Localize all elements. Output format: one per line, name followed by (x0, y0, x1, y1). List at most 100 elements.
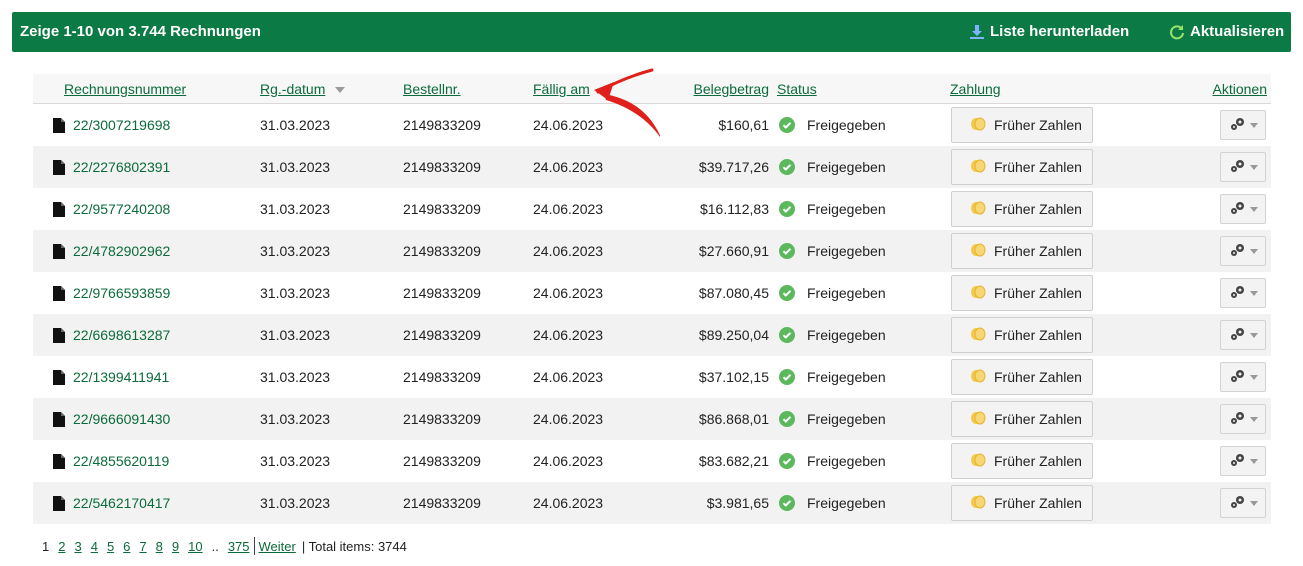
total-items: | Total items: 3744 (301, 538, 407, 554)
order-number: 2149833209 (403, 243, 481, 259)
due-date: 24.06.2023 (533, 327, 604, 343)
invoice-number-link[interactable]: 22/3007219698 (73, 104, 170, 146)
pay-early-button[interactable]: Früher Zahlen (951, 191, 1093, 227)
column-header-status[interactable]: Status (777, 74, 817, 104)
chevron-down-icon (1249, 332, 1258, 338)
column-header-payment[interactable]: Zahlung (950, 74, 1001, 104)
next-page-link[interactable]: Weiter (259, 539, 296, 554)
document-icon (53, 202, 65, 220)
column-header-invoice-date[interactable]: Rg.-datum (260, 74, 346, 104)
pay-early-button[interactable]: Früher Zahlen (951, 443, 1093, 479)
pay-early-label: Früher Zahlen (994, 411, 1082, 427)
invoice-number-link[interactable]: 22/4782902962 (73, 230, 170, 272)
invoice-date: 31.03.2023 (260, 159, 331, 175)
pay-early-button[interactable]: Früher Zahlen (951, 401, 1093, 437)
order-number: 2149833209 (403, 285, 481, 301)
pay-early-button[interactable]: Früher Zahlen (951, 359, 1093, 395)
check-circle-icon (779, 411, 795, 430)
invoice-number-link[interactable]: 22/5462170417 (73, 482, 170, 524)
page-ellipsis: .. (211, 538, 219, 554)
invoice-number-link[interactable]: 22/1399411941 (73, 356, 169, 398)
row-actions-button[interactable] (1220, 152, 1266, 182)
page-current: 1 (42, 538, 50, 554)
page-link[interactable]: 8 (156, 539, 163, 554)
status-text: Freigegeben (807, 117, 886, 133)
page-link[interactable]: 4 (91, 539, 98, 554)
invoice-date: 31.03.2023 (260, 117, 331, 133)
status-text: Freigegeben (807, 495, 886, 511)
column-header-amount[interactable]: Belegbetrag (673, 74, 769, 104)
refresh-button[interactable]: Aktualisieren (1169, 12, 1284, 52)
row-actions-button[interactable] (1220, 488, 1266, 518)
document-icon (53, 244, 65, 262)
invoice-number-link[interactable]: 22/6698613287 (73, 314, 170, 356)
pagination: 1 2 3 4 5 6 7 8 9 10 .. 375 Weiter | Total items… (42, 537, 407, 555)
chevron-down-icon (1249, 290, 1258, 296)
download-list-button[interactable]: Liste herunterladen (969, 12, 1129, 52)
invoice-amount: $39.717,26 (698, 159, 769, 175)
gear-icon (1229, 158, 1247, 177)
page-title: Zeige 1-10 von 3.744 Rechnungen (20, 23, 261, 40)
page-last[interactable]: 375 (228, 539, 250, 554)
row-actions-button[interactable] (1220, 110, 1266, 140)
invoice-amount: $16.112,83 (699, 201, 769, 217)
gear-icon (1229, 326, 1247, 345)
page-link[interactable]: 9 (172, 539, 179, 554)
page-link[interactable]: 7 (139, 539, 146, 554)
invoice-number-link[interactable]: 22/9766593859 (73, 272, 170, 314)
column-header-due-date[interactable]: Fällig am (533, 74, 590, 104)
header-bar: Zeige 1-10 von 3.744 Rechnungen Liste he… (12, 12, 1291, 52)
pay-early-button[interactable]: Früher Zahlen (951, 275, 1093, 311)
status-text: Freigegeben (807, 327, 886, 343)
pay-early-button[interactable]: Früher Zahlen (951, 317, 1093, 353)
invoice-date: 31.03.2023 (260, 201, 331, 217)
check-circle-icon (779, 369, 795, 388)
invoice-amount: $27.660,91 (698, 243, 769, 259)
invoice-number-link[interactable]: 22/4855620119 (73, 440, 169, 482)
gear-icon (1229, 284, 1247, 303)
invoice-amount: $86.868,01 (698, 411, 769, 427)
page-link[interactable]: 6 (123, 539, 130, 554)
page-link[interactable]: 3 (74, 539, 81, 554)
table-body: 22/3007219698 31.03.2023 2149833209 24.0… (33, 104, 1271, 524)
coins-icon (970, 200, 986, 219)
column-header-order-number[interactable]: Bestellnr. (403, 74, 461, 104)
pager-divider (253, 537, 255, 555)
document-icon (53, 328, 65, 346)
pay-early-label: Früher Zahlen (994, 495, 1082, 511)
invoice-number-link[interactable]: 22/9666091430 (73, 398, 170, 440)
row-actions-button[interactable] (1220, 236, 1266, 266)
coins-icon (970, 368, 986, 387)
document-icon (53, 496, 65, 514)
coins-icon (970, 242, 986, 261)
row-actions-button[interactable] (1220, 194, 1266, 224)
row-actions-button[interactable] (1220, 362, 1266, 392)
invoice-number-link[interactable]: 22/9577240208 (73, 188, 170, 230)
pay-early-button[interactable]: Früher Zahlen (951, 149, 1093, 185)
row-actions-button[interactable] (1220, 278, 1266, 308)
row-actions-button[interactable] (1220, 446, 1266, 476)
gear-icon (1229, 200, 1247, 219)
pay-early-button[interactable]: Früher Zahlen (951, 485, 1093, 521)
pay-early-button[interactable]: Früher Zahlen (951, 233, 1093, 269)
page-link[interactable]: 5 (107, 539, 114, 554)
invoice-number-link[interactable]: 22/2276802391 (73, 146, 170, 188)
page-links: 2 3 4 5 6 7 8 9 10 (58, 539, 211, 554)
column-header-actions[interactable]: Aktionen (1183, 74, 1267, 104)
row-actions-button[interactable] (1220, 404, 1266, 434)
check-circle-icon (779, 327, 795, 346)
pay-early-button[interactable]: Früher Zahlen (951, 107, 1093, 143)
table-row: 22/9577240208 31.03.2023 2149833209 24.0… (33, 188, 1271, 230)
invoice-date: 31.03.2023 (260, 285, 331, 301)
column-header-invoice-number[interactable]: Rechnungsnummer (64, 74, 186, 104)
row-actions-button[interactable] (1220, 320, 1266, 350)
check-circle-icon (779, 159, 795, 178)
invoice-date: 31.03.2023 (260, 453, 331, 469)
document-icon (53, 454, 65, 472)
page-link[interactable]: 10 (188, 539, 202, 554)
check-circle-icon (779, 453, 795, 472)
table-row: 22/4855620119 31.03.2023 2149833209 24.0… (33, 440, 1271, 482)
gear-icon (1229, 368, 1247, 387)
page-link[interactable]: 2 (58, 539, 65, 554)
document-icon (53, 160, 65, 178)
